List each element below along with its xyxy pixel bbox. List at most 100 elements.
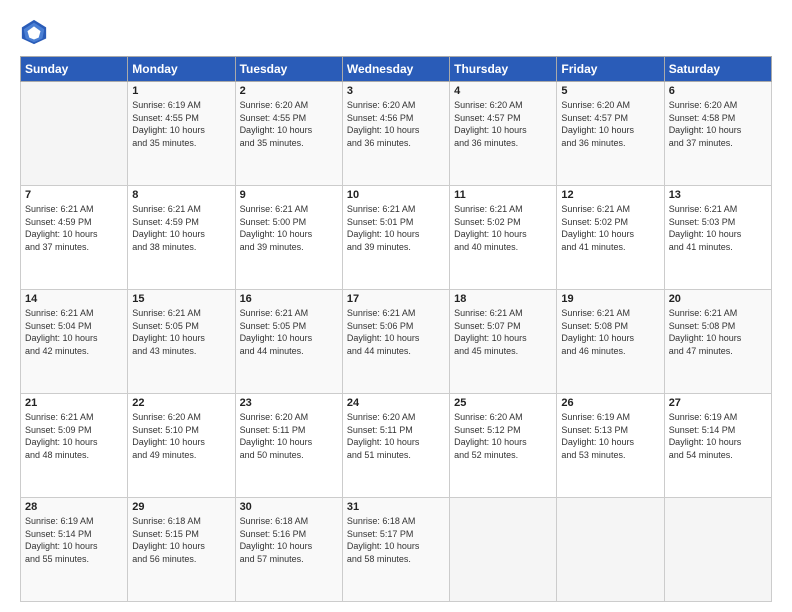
calendar-cell xyxy=(557,498,664,602)
day-info: Sunrise: 6:19 AM Sunset: 5:13 PM Dayligh… xyxy=(561,411,659,461)
week-row-3: 14Sunrise: 6:21 AM Sunset: 5:04 PM Dayli… xyxy=(21,290,772,394)
day-number: 10 xyxy=(347,189,445,201)
header-row: SundayMondayTuesdayWednesdayThursdayFrid… xyxy=(21,57,772,82)
day-number: 11 xyxy=(454,189,552,201)
calendar-cell: 4 Sunrise: 6:20 AM Sunset: 4:57 PM Daylig… xyxy=(450,82,557,186)
week-row-5: 28 Sunrise: 6:19 AM Sunset: 5:14 PM Dayli… xyxy=(21,498,772,602)
day-info: Sunrise: 6:21 AM Sunset: 5:05 PM Dayligh… xyxy=(240,307,338,357)
col-header-monday: Monday xyxy=(128,57,235,82)
day-number: 20 xyxy=(669,293,767,305)
day-info: Sunrise: 6:20 AM Sunset: 5:11 PM Dayligh… xyxy=(240,411,338,461)
day-number: 16 xyxy=(240,293,338,305)
day-number: 27 xyxy=(669,397,767,409)
day-info: Sunrise: 6:20 AM Sunset: 4:56 PM Dayligh… xyxy=(347,99,445,149)
day-number: 1 xyxy=(132,85,230,97)
day-info: Sunrise: 6:21 AM Sunset: 4:59 PM Dayligh… xyxy=(25,203,123,253)
calendar-cell: 20 Sunrise: 6:21 AM Sunset: 5:08 PM Dayli… xyxy=(664,290,771,394)
day-info: Sunrise: 6:21 AM Sunset: 5:01 PM Dayligh… xyxy=(347,203,445,253)
day-info: Sunrise: 6:18 AM Sunset: 5:16 PM Dayligh… xyxy=(240,515,338,565)
col-header-thursday: Thursday xyxy=(450,57,557,82)
calendar-cell: 26 Sunrise: 6:19 AM Sunset: 5:13 PM Dayli… xyxy=(557,394,664,498)
calendar-cell: 21Sunrise: 6:21 AM Sunset: 5:09 PM Dayli… xyxy=(21,394,128,498)
calendar-cell: 30Sunrise: 6:18 AM Sunset: 5:16 PM Dayli… xyxy=(235,498,342,602)
calendar-cell: 19Sunrise: 6:21 AM Sunset: 5:08 PM Dayli… xyxy=(557,290,664,394)
calendar-cell: 7 Sunrise: 6:21 AM Sunset: 4:59 PM Daylig… xyxy=(21,186,128,290)
day-info: Sunrise: 6:20 AM Sunset: 4:58 PM Dayligh… xyxy=(669,99,767,149)
calendar-cell: 8Sunrise: 6:21 AM Sunset: 4:59 PM Daylig… xyxy=(128,186,235,290)
day-info: Sunrise: 6:21 AM Sunset: 5:06 PM Dayligh… xyxy=(347,307,445,357)
day-number: 19 xyxy=(561,293,659,305)
day-number: 31 xyxy=(347,501,445,513)
day-number: 2 xyxy=(240,85,338,97)
day-info: Sunrise: 6:21 AM Sunset: 5:07 PM Dayligh… xyxy=(454,307,552,357)
calendar-cell: 1 Sunrise: 6:19 AM Sunset: 4:55 PM Daylig… xyxy=(128,82,235,186)
calendar-cell: 10 Sunrise: 6:21 AM Sunset: 5:01 PM Dayli… xyxy=(342,186,449,290)
col-header-wednesday: Wednesday xyxy=(342,57,449,82)
day-info: Sunrise: 6:21 AM Sunset: 5:08 PM Dayligh… xyxy=(669,307,767,357)
calendar-cell: 24 Sunrise: 6:20 AM Sunset: 5:11 PM Dayli… xyxy=(342,394,449,498)
calendar-cell: 12Sunrise: 6:21 AM Sunset: 5:02 PM Dayli… xyxy=(557,186,664,290)
day-info: Sunrise: 6:20 AM Sunset: 4:57 PM Dayligh… xyxy=(454,99,552,149)
day-number: 4 xyxy=(454,85,552,97)
day-info: Sunrise: 6:19 AM Sunset: 5:14 PM Dayligh… xyxy=(25,515,123,565)
day-number: 15 xyxy=(132,293,230,305)
calendar-cell: 25Sunrise: 6:20 AM Sunset: 5:12 PM Dayli… xyxy=(450,394,557,498)
day-number: 23 xyxy=(240,397,338,409)
calendar-cell: 2 Sunrise: 6:20 AM Sunset: 4:55 PM Daylig… xyxy=(235,82,342,186)
calendar-cell: 15Sunrise: 6:21 AM Sunset: 5:05 PM Dayli… xyxy=(128,290,235,394)
day-number: 28 xyxy=(25,501,123,513)
calendar-cell: 22 Sunrise: 6:20 AM Sunset: 5:10 PM Dayli… xyxy=(128,394,235,498)
day-number: 24 xyxy=(347,397,445,409)
calendar-cell: 28 Sunrise: 6:19 AM Sunset: 5:14 PM Dayli… xyxy=(21,498,128,602)
day-info: Sunrise: 6:20 AM Sunset: 5:10 PM Dayligh… xyxy=(132,411,230,461)
header xyxy=(20,18,772,46)
calendar-cell: 14Sunrise: 6:21 AM Sunset: 5:04 PM Dayli… xyxy=(21,290,128,394)
day-info: Sunrise: 6:19 AM Sunset: 4:55 PM Dayligh… xyxy=(132,99,230,149)
day-number: 6 xyxy=(669,85,767,97)
calendar-cell xyxy=(450,498,557,602)
day-info: Sunrise: 6:21 AM Sunset: 5:09 PM Dayligh… xyxy=(25,411,123,461)
day-number: 13 xyxy=(669,189,767,201)
day-info: Sunrise: 6:21 AM Sunset: 5:02 PM Dayligh… xyxy=(561,203,659,253)
day-number: 29 xyxy=(132,501,230,513)
calendar-cell: 31 Sunrise: 6:18 AM Sunset: 5:17 PM Dayli… xyxy=(342,498,449,602)
calendar-cell: 3 Sunrise: 6:20 AM Sunset: 4:56 PM Daylig… xyxy=(342,82,449,186)
day-info: Sunrise: 6:21 AM Sunset: 5:02 PM Dayligh… xyxy=(454,203,552,253)
calendar-cell: 16 Sunrise: 6:21 AM Sunset: 5:05 PM Dayli… xyxy=(235,290,342,394)
day-info: Sunrise: 6:20 AM Sunset: 4:57 PM Dayligh… xyxy=(561,99,659,149)
day-info: Sunrise: 6:21 AM Sunset: 4:59 PM Dayligh… xyxy=(132,203,230,253)
col-header-tuesday: Tuesday xyxy=(235,57,342,82)
calendar-cell: 23 Sunrise: 6:20 AM Sunset: 5:11 PM Dayli… xyxy=(235,394,342,498)
calendar-cell: 13 Sunrise: 6:21 AM Sunset: 5:03 PM Dayli… xyxy=(664,186,771,290)
week-row-4: 21Sunrise: 6:21 AM Sunset: 5:09 PM Dayli… xyxy=(21,394,772,498)
day-number: 18 xyxy=(454,293,552,305)
day-number: 25 xyxy=(454,397,552,409)
day-info: Sunrise: 6:21 AM Sunset: 5:03 PM Dayligh… xyxy=(669,203,767,253)
calendar-cell xyxy=(664,498,771,602)
day-info: Sunrise: 6:18 AM Sunset: 5:15 PM Dayligh… xyxy=(132,515,230,565)
col-header-friday: Friday xyxy=(557,57,664,82)
day-number: 9 xyxy=(240,189,338,201)
calendar-cell xyxy=(21,82,128,186)
page: SundayMondayTuesdayWednesdayThursdayFrid… xyxy=(0,0,792,612)
day-info: Sunrise: 6:20 AM Sunset: 5:11 PM Dayligh… xyxy=(347,411,445,461)
day-info: Sunrise: 6:19 AM Sunset: 5:14 PM Dayligh… xyxy=(669,411,767,461)
day-number: 26 xyxy=(561,397,659,409)
day-number: 3 xyxy=(347,85,445,97)
day-info: Sunrise: 6:18 AM Sunset: 5:17 PM Dayligh… xyxy=(347,515,445,565)
day-number: 7 xyxy=(25,189,123,201)
logo-icon xyxy=(20,18,48,46)
day-number: 5 xyxy=(561,85,659,97)
calendar-cell: 9Sunrise: 6:21 AM Sunset: 5:00 PM Daylig… xyxy=(235,186,342,290)
calendar-cell: 5 Sunrise: 6:20 AM Sunset: 4:57 PM Daylig… xyxy=(557,82,664,186)
calendar-cell: 29 Sunrise: 6:18 AM Sunset: 5:15 PM Dayli… xyxy=(128,498,235,602)
week-row-2: 7 Sunrise: 6:21 AM Sunset: 4:59 PM Daylig… xyxy=(21,186,772,290)
calendar-cell: 6 Sunrise: 6:20 AM Sunset: 4:58 PM Daylig… xyxy=(664,82,771,186)
day-number: 22 xyxy=(132,397,230,409)
day-info: Sunrise: 6:20 AM Sunset: 4:55 PM Dayligh… xyxy=(240,99,338,149)
calendar-cell: 17 Sunrise: 6:21 AM Sunset: 5:06 PM Dayli… xyxy=(342,290,449,394)
day-number: 17 xyxy=(347,293,445,305)
calendar-cell: 27 Sunrise: 6:19 AM Sunset: 5:14 PM Dayli… xyxy=(664,394,771,498)
col-header-sunday: Sunday xyxy=(21,57,128,82)
week-row-1: 1 Sunrise: 6:19 AM Sunset: 4:55 PM Daylig… xyxy=(21,82,772,186)
